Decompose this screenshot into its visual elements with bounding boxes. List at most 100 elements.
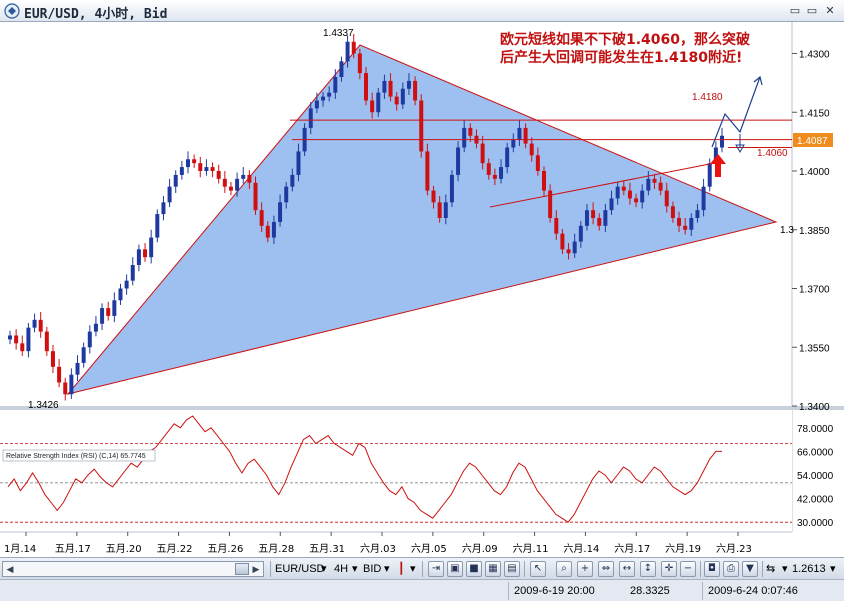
status-clock: 2009-6-24 0:07:46 [708,585,798,597]
price-chart[interactable]: 欧元短线如果不下破1.4060，那么突破 后产生大回调可能发生在1.4180附近… [0,22,844,557]
status-cursor-value: 28.3325 [630,585,670,597]
candle-up [112,300,117,316]
candle-style-dropdown-icon[interactable]: ▾ [410,561,416,577]
lock-icon[interactable]: ◘ [704,561,720,577]
rsi-tick-label: 78.0000 [797,424,834,435]
candle-down [468,127,473,136]
candle-down [652,178,657,183]
pan-horizontal-icon[interactable]: ⇔ [598,561,614,577]
candle-down [253,182,258,211]
toolbar-separator [762,561,763,577]
candle-up [81,347,86,363]
candle-up [701,186,706,211]
candle-down [14,335,19,344]
time-tick-label: 六月.03 [360,543,396,555]
fit-vertical-icon[interactable]: ↕ [640,561,656,577]
window-titlebar: EUR/USD, 4小时, Bid ▭ ▭ ✕ [0,0,844,22]
candle-style-icon[interactable]: ┃ [398,561,405,577]
scroll-right-icon[interactable]: ▶ [249,562,263,576]
candle-up [646,178,651,191]
panel-splitter[interactable] [0,406,844,410]
price-tick-label: 1.4300 [799,50,830,61]
rsi-tick-label: 66.0000 [797,447,834,458]
candle-up [204,167,209,171]
candle-up [615,186,620,199]
indicator-icon[interactable]: ▤ [504,561,520,577]
grid-icon[interactable]: ▦ [485,561,501,577]
candle-down [57,366,62,383]
high-price-label: 1.4337 [323,28,354,39]
toolbar-separator [700,561,701,577]
price-type-selector[interactable]: BID [363,561,381,577]
candle-down [677,218,682,226]
scroll-thumb[interactable] [235,563,249,575]
candle-up [640,190,645,203]
instrument-selector[interactable]: EUR/USD [275,561,325,577]
cursor-icon[interactable]: ↖ [530,561,546,577]
candle-up [130,265,135,281]
candle-up [93,323,98,332]
candle-down [670,206,675,218]
candle-up [32,319,37,328]
period-dropdown-icon[interactable]: ▾ [352,561,358,577]
save-icon[interactable]: ▼ [742,561,758,577]
candle-down [198,163,203,171]
candle-down [597,218,602,226]
price-type-dropdown-icon[interactable]: ▾ [384,561,390,577]
candle-down [106,308,111,316]
time-tick-label: 六月.11 [513,543,549,555]
fit-horizontal-icon[interactable]: ↔ [619,561,635,577]
minimize-icon[interactable]: ▭ [805,4,819,18]
price-tick-label: 1.3400 [799,402,830,413]
candle-down [529,143,534,156]
window-title: EUR/USD, 4小时, Bid [24,7,168,22]
candle-up [382,80,387,93]
time-tick-label: 六月.14 [563,543,599,555]
close-icon[interactable]: ✕ [823,4,837,18]
candle-up [707,163,712,187]
candle-down [554,218,559,234]
candle-down [222,178,227,187]
print-icon[interactable]: ⎙ [723,561,739,577]
candle-up [462,127,467,148]
time-tick-label: 1月.14 [4,543,36,555]
time-tick-label: 五月.26 [207,543,243,555]
scale-dropdown-icon[interactable]: ▾ [830,561,836,577]
toolbar-separator [422,561,423,577]
instrument-dropdown-icon[interactable]: ▾ [321,561,327,577]
candle-up [321,96,326,101]
crosshair-icon[interactable]: ✛ [661,561,677,577]
candle-up [155,214,160,238]
zoom-fit-icon[interactable]: ⇥ [428,561,444,577]
candle-down [351,41,356,54]
color-icon[interactable]: ■ [466,561,482,577]
price-tick-label: 1.3700 [799,285,830,296]
rsi-legend: Relative Strength Index (RSI) (C,14) 65.… [6,453,146,460]
zoom-out-icon[interactable]: − [680,561,696,577]
candle-up [69,374,74,395]
export-dropdown-icon[interactable]: ▾ [782,561,788,577]
candle-down [228,186,233,191]
candle-up [186,159,190,168]
zoom-icon[interactable]: ⌕ [556,561,572,577]
status-divider [702,582,703,600]
candle-up [609,198,614,211]
price-tick-label: 1.3550 [799,343,830,354]
zoom-in-icon[interactable]: + [577,561,593,577]
export-icon[interactable]: ⇆ [766,561,775,577]
template-icon[interactable]: ▣ [447,561,463,577]
candle-up [308,108,313,128]
chart-scrollbar[interactable]: ◀ ▶ [2,561,264,577]
candle-up [449,174,454,203]
candle-up [333,77,338,93]
restore-icon[interactable]: ▭ [788,4,802,18]
candle-down [621,186,626,191]
status-divider [508,582,509,600]
candle-down [388,80,393,97]
chart-area[interactable]: 欧元短线如果不下破1.4060，那么突破 后产生大回调可能发生在1.4180附近… [0,22,844,557]
candle-up [314,100,319,109]
toolbar-separator [524,561,525,577]
period-selector[interactable]: 4H [334,561,348,577]
candle-up [179,167,184,175]
scroll-left-icon[interactable]: ◀ [3,562,17,576]
